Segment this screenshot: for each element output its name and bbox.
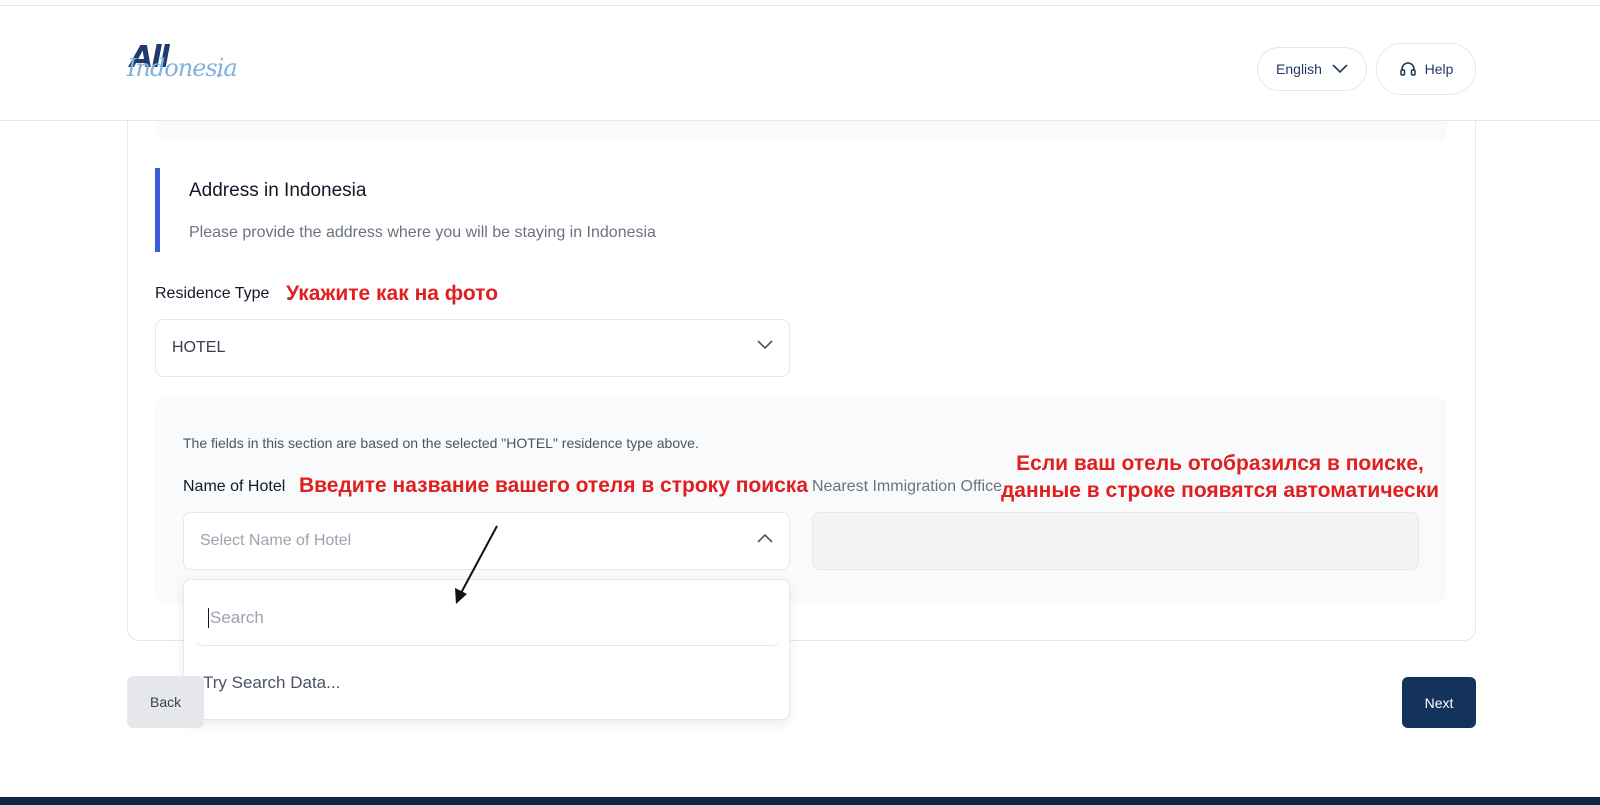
hotel-search-input[interactable]: Search (194, 590, 781, 646)
footer-bar (0, 797, 1600, 805)
residence-type-value: HOTEL (172, 339, 226, 356)
hotel-name-placeholder: Select Name of Hotel (200, 532, 352, 549)
immigration-annotation: Если ваш отель отобразился в поиске, дан… (1000, 450, 1440, 504)
text-caret (208, 607, 209, 628)
hotel-section-note: The fields in this section are based on … (183, 435, 699, 451)
residence-annotation: Укажите как на фото (286, 282, 499, 305)
back-button[interactable]: Back (127, 676, 204, 728)
hotel-name-label: Name of Hotel (183, 478, 286, 495)
section-title: Address in Indonesia (189, 180, 367, 201)
language-label: English (1276, 61, 1322, 77)
section-subtitle: Please provide the address where you wil… (189, 224, 656, 241)
immigration-annotation-line1: Если ваш отель отобразился в поиске, (1016, 452, 1424, 475)
back-label: Back (150, 694, 182, 710)
help-button[interactable]: Help (1376, 43, 1476, 95)
hotel-annotation: Введите название вашего отеля в строку п… (299, 474, 808, 497)
immigration-annotation-line2: данные в строке появятся автоматически (1000, 479, 1440, 502)
next-label: Next (1424, 694, 1454, 711)
hotel-dropdown: Search Try Search Data... (183, 579, 790, 720)
residence-type-select[interactable]: HOTEL (155, 319, 790, 377)
immigration-office-label: Nearest Immigration Office (812, 478, 1002, 495)
immigration-office-field (812, 512, 1419, 570)
chevron-down-icon (1332, 64, 1348, 74)
search-placeholder: Search (210, 607, 264, 627)
hotel-name-select[interactable]: Select Name of Hotel (183, 512, 790, 570)
all-indonesia-logo[interactable]: All Indonesia (127, 36, 238, 92)
site-header: All Indonesia English Help (0, 6, 1600, 121)
chevron-up-icon (757, 533, 773, 543)
dropdown-hint: Try Search Data... (203, 673, 341, 692)
language-selector[interactable]: English (1257, 47, 1367, 91)
previous-section-remnant (155, 121, 1447, 141)
headset-icon (1399, 62, 1416, 76)
logo-secondary-text: Indonesia (127, 54, 238, 82)
logo-dot (217, 74, 220, 77)
next-button[interactable]: Next (1402, 677, 1476, 728)
residence-type-label: Residence Type (155, 285, 270, 302)
section-header: Address in Indonesia Please provide the … (155, 168, 855, 252)
help-label: Help (1424, 61, 1454, 77)
chevron-down-icon (757, 340, 773, 350)
